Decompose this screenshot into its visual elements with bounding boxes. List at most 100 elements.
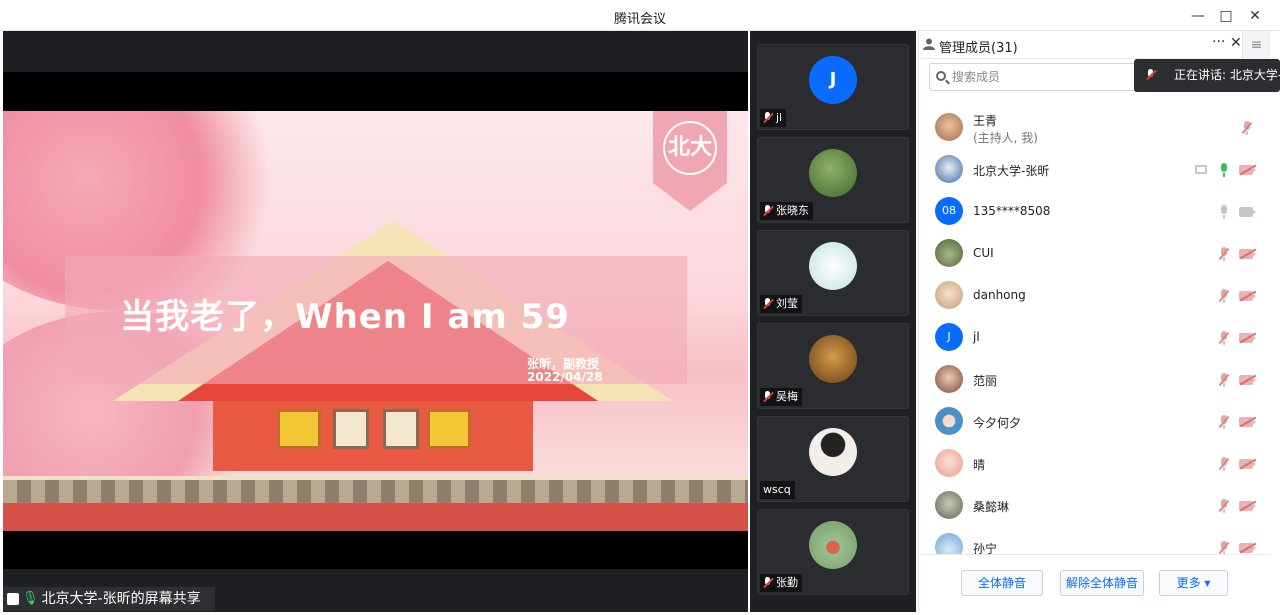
palace-door	[277, 409, 321, 449]
mic-muted-icon[interactable]	[1241, 121, 1253, 135]
mic-muted-icon[interactable]	[1218, 457, 1230, 471]
member-name: 135****8508	[973, 204, 1051, 218]
member-list[interactable]: 王青 (主持人, 我) 北京大学-张昕 08 135****8508 CUI d…	[919, 107, 1271, 554]
participant-name: 张晓东	[776, 204, 809, 217]
mic-muted-icon[interactable]	[1218, 289, 1230, 303]
mic-muted-icon[interactable]	[1218, 331, 1230, 345]
participant-name-tag: 吴梅	[760, 388, 802, 406]
unmute-all-button[interactable]: 解除全体静音	[1060, 570, 1144, 596]
list-item[interactable]: 王青 (主持人, 我)	[919, 107, 1271, 149]
screen-share-icon	[1195, 165, 1207, 174]
window-title: 腾讯会议	[613, 12, 666, 27]
list-item[interactable]: danhong	[919, 275, 1271, 317]
camera-off-icon[interactable]	[1239, 248, 1257, 260]
maximize-button[interactable]: □	[1216, 6, 1236, 26]
mic-muted-icon[interactable]	[1218, 247, 1230, 261]
list-item[interactable]: 北京大学-张昕	[919, 149, 1271, 191]
mute-all-button[interactable]: 全体静音	[961, 570, 1043, 596]
participant-name-tag: 张晓东	[760, 202, 813, 220]
avatar	[809, 521, 857, 569]
avatar	[935, 281, 963, 309]
list-item[interactable]: 今夕何夕	[919, 401, 1271, 443]
share-owner-label: 北京大学-张昕的屏幕共享	[41, 591, 201, 607]
mic-on-icon[interactable]	[1219, 163, 1229, 177]
screen-share-area[interactable]: 北大 当我老了，When I am 59 张昕，副教授 2022/04/28 🎙…	[3, 31, 748, 612]
member-name: 晴	[973, 458, 986, 472]
video-tile[interactable]: J jl	[757, 44, 909, 130]
list-item[interactable]: CUI	[919, 233, 1271, 275]
list-item[interactable]: 桑懿琳	[919, 485, 1271, 527]
participant-name: 吴梅	[776, 390, 798, 403]
list-item[interactable]: 孙宁	[919, 527, 1271, 554]
avatar	[935, 491, 963, 519]
palace-hall	[213, 401, 533, 471]
camera-off-icon[interactable]	[1239, 332, 1257, 344]
member-name: jl	[973, 330, 980, 344]
list-item[interactable]: J jl	[919, 317, 1271, 359]
member-role: (主持人, 我)	[973, 131, 1038, 145]
mic-muted-icon	[1146, 69, 1156, 81]
avatar	[809, 149, 857, 197]
video-tile[interactable]: 吴梅	[757, 323, 909, 409]
video-tile[interactable]: wscq	[757, 416, 909, 502]
avatar	[935, 407, 963, 435]
camera-off-icon[interactable]	[1239, 164, 1257, 176]
screen-share-label[interactable]: 🎙 北京大学-张昕的屏幕共享	[3, 587, 215, 611]
palace-door	[427, 409, 471, 449]
mic-muted-icon[interactable]	[1218, 415, 1230, 429]
member-search-input[interactable]: 搜索成员	[929, 63, 1139, 91]
video-tile[interactable]: 刘莹	[757, 230, 909, 316]
camera-icon[interactable]	[1239, 207, 1256, 217]
avatar	[809, 242, 857, 290]
panel-menu-button[interactable]: ≡	[1242, 31, 1270, 59]
list-item[interactable]: 范丽	[919, 359, 1271, 401]
participant-name-tag: wscq	[760, 481, 795, 499]
close-window-button[interactable]: ✕	[1245, 6, 1265, 26]
minimize-button[interactable]: —	[1188, 6, 1208, 26]
camera-off-icon[interactable]	[1239, 542, 1257, 554]
video-tile[interactable]: 张勤	[757, 509, 909, 595]
members-panel-header: 管理成员(31) ··· ✕	[919, 31, 1271, 59]
avatar	[935, 449, 963, 477]
avatar: J	[935, 323, 963, 351]
avatar	[809, 428, 857, 476]
mic-on-icon: 🎙	[22, 591, 39, 606]
more-options-button[interactable]: ···	[1212, 34, 1225, 50]
member-name: 王青	[973, 114, 998, 128]
mic-muted-icon[interactable]	[1218, 499, 1230, 513]
user-icon	[923, 38, 935, 50]
member-name: 北京大学-张昕	[973, 164, 1050, 178]
mic-icon[interactable]	[1219, 205, 1229, 219]
list-item[interactable]: 晴	[919, 443, 1271, 485]
speaking-text: 正在讲话: 北京大学-张	[1174, 68, 1280, 82]
camera-off-icon[interactable]	[1239, 416, 1257, 428]
avatar	[935, 155, 963, 183]
close-panel-button[interactable]: ✕	[1230, 35, 1242, 51]
camera-off-icon[interactable]	[1239, 500, 1257, 512]
video-tile[interactable]: 张晓东	[757, 137, 909, 223]
meeting-window: 腾讯会议 — □ ✕ 北大 当我老了，When I am 59 张昕，副教授 2…	[0, 0, 1280, 615]
members-panel: 管理成员(31) ··· ✕ 搜索成员 王青 (主持人, 我) 北京大学-张昕	[918, 31, 1271, 612]
participant-name: 刘莹	[776, 297, 798, 310]
mic-muted-icon[interactable]	[1218, 541, 1230, 554]
search-placeholder: 搜索成员	[952, 70, 1001, 84]
mic-muted-icon[interactable]	[1218, 373, 1230, 387]
letterbox-top	[3, 72, 748, 112]
camera-off-icon[interactable]	[1239, 374, 1257, 386]
avatar	[935, 365, 963, 393]
member-name: 孙宁	[973, 542, 998, 554]
avatar	[935, 113, 963, 141]
camera-off-icon[interactable]	[1239, 458, 1257, 470]
member-name: CUI	[973, 246, 994, 260]
avatar	[935, 533, 963, 554]
video-tiles-column: J jl 张晓东 刘莹 吴梅 wscq 张勤	[750, 31, 916, 612]
shared-slide: 北大 当我老了，When I am 59 张昕，副教授 2022/04/28	[3, 111, 748, 531]
mic-muted-icon	[763, 205, 773, 217]
red-wall	[3, 503, 748, 531]
mic-muted-icon	[763, 391, 773, 403]
more-actions-button[interactable]: 更多 ▾	[1159, 570, 1228, 596]
camera-off-icon[interactable]	[1239, 290, 1257, 302]
members-panel-title: 管理成员(31)	[939, 41, 1018, 56]
list-item[interactable]: 08 135****8508	[919, 191, 1271, 233]
participant-name-tag: jl	[760, 109, 787, 127]
